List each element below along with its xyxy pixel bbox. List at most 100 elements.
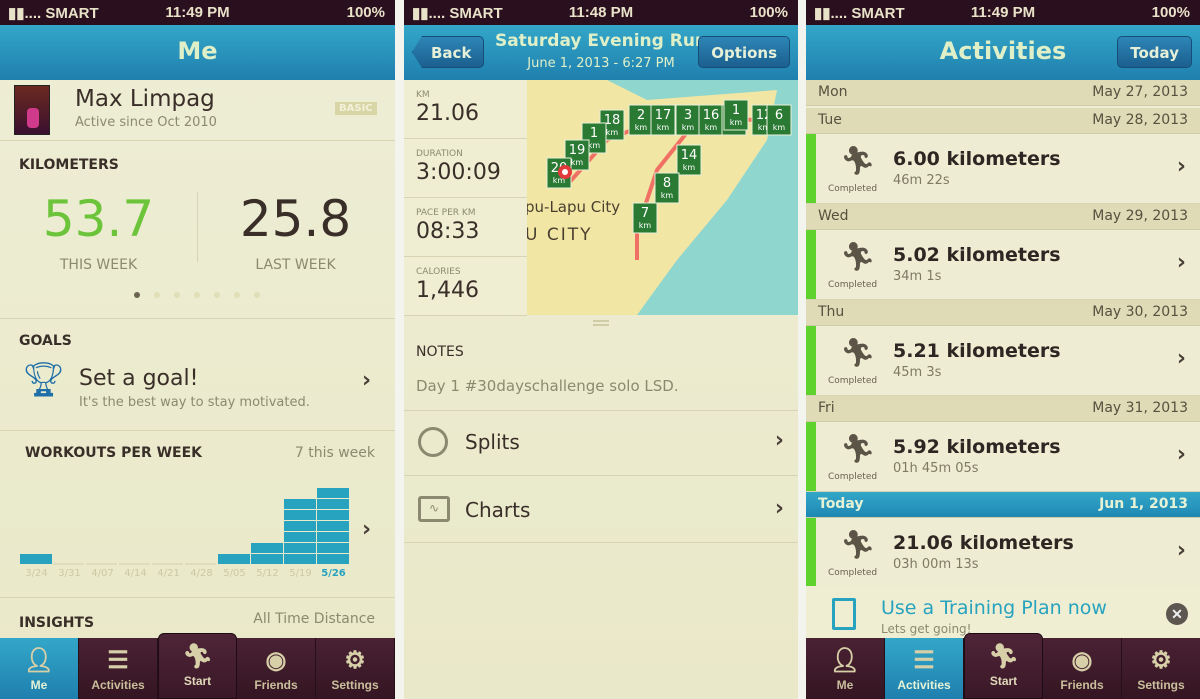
tab-settings[interactable]: ⚙ Settings [316, 638, 395, 699]
tab-label: Friends [254, 678, 298, 692]
day-header: Thu May 30, 2013 [806, 300, 1200, 326]
bar-segment [317, 554, 349, 564]
map-canvas[interactable]: 18km2km17km3km16km0km12km1km1km19km20km1… [527, 80, 798, 315]
stat-duration: DURATION 3:00:09 [404, 139, 527, 198]
battery: 100% [1151, 4, 1190, 21]
status-bar: ▮▮.... SMART 11:49 PM 100% [0, 0, 395, 25]
bar-segment [20, 554, 52, 564]
tab-bar: 👤︎ Me ☰ Activities 🏃︎ Start ◉ Friends ⚙ Settings [0, 633, 395, 699]
tab-friends[interactable]: ◉ Friends [237, 638, 316, 699]
km-marker-unit: km [661, 191, 674, 200]
drag-handle[interactable] [593, 320, 609, 326]
km-marker-unit: km [571, 158, 584, 167]
runner-icon: 🏃︎ [840, 144, 876, 177]
promo-title[interactable]: Use a Training Plan now [881, 597, 1107, 619]
activities-screen: ▮▮.... SMART 11:49 PM 100% Activities To… [806, 0, 1200, 699]
clock: 11:48 PM [568, 4, 634, 21]
activity-distance: 21.06 kilometers [893, 532, 1074, 554]
tab-me[interactable]: 👤︎ Me [806, 638, 885, 699]
page-dot[interactable] [154, 292, 160, 298]
km-marker-label: 8 [663, 176, 671, 191]
bar-segment [284, 521, 316, 531]
runner-icon: 🏃︎ [182, 643, 213, 670]
tab-me[interactable]: 👤︎ Me [0, 638, 79, 699]
promo-subtitle: Lets get going! [881, 622, 972, 636]
tab-label: Start [989, 674, 1018, 688]
goal-subtitle: It's the best way to stay motivated. [79, 395, 310, 410]
tab-start[interactable]: 🏃︎ Start [964, 633, 1043, 699]
activity-row[interactable]: 🏃︎ Completed 21.06 kilometers 03h 00m 13s › [806, 518, 1200, 588]
day-date: Jun 1, 2013 [1099, 496, 1188, 512]
bar-segment [218, 554, 250, 564]
friends-icon: ◉ [1071, 647, 1093, 674]
battery: 100% [346, 4, 385, 21]
runner-icon: 🏃︎ [840, 432, 876, 465]
workouts-summary: 7 this week [294, 445, 375, 461]
activity-row[interactable]: 🏃︎ Completed 5.92 kilometers 01h 45m 05s › [806, 422, 1200, 492]
day-name: Tue [818, 112, 842, 128]
bar-segment [284, 532, 316, 542]
activity-row[interactable]: 🏃︎ Completed 5.02 kilometers 34m 1s › [806, 230, 1200, 300]
page-dot[interactable] [134, 292, 140, 298]
x-tick-label: 3/24 [25, 568, 48, 579]
avatar[interactable] [14, 85, 50, 135]
completed-indicator [806, 134, 816, 203]
stat-value: 08:33 [416, 219, 480, 244]
km-marker-label: 14 [681, 148, 698, 163]
today-button[interactable]: Today [1117, 36, 1192, 68]
km-marker-unit: km [683, 163, 696, 172]
workouts-chart[interactable]: 3/24 3/31 4/07 4/14 4/21 4/28 5/05 5/12 5/19 5/26 [0, 470, 395, 590]
training-plan-banner[interactable]: Use a Training Plan now Lets get going! … [806, 586, 1200, 638]
x-tick-label: 4/21 [157, 568, 180, 579]
page-dot[interactable] [234, 292, 240, 298]
x-tick-label: 5/26 [321, 568, 346, 579]
close-icon[interactable]: ✕ [1166, 603, 1188, 625]
completed-indicator [806, 422, 816, 491]
this-week-label: THIS WEEK [59, 257, 138, 273]
bar-empty [185, 563, 216, 565]
stat-label: DURATION [416, 149, 463, 159]
stat-km: KM 21.06 [404, 80, 527, 139]
set-goal-link[interactable]: Set a goal! [79, 366, 198, 391]
insights-selector[interactable]: All Time Distance [253, 611, 375, 627]
stat-value: 1,446 [416, 278, 479, 303]
route-map[interactable]: 18km2km17km3km16km0km12km1km1km19km20km1… [527, 80, 798, 315]
day-name: Fri [818, 400, 835, 416]
splits-row[interactable]: Splits › [404, 410, 798, 476]
chevron-right-icon[interactable]: › [362, 517, 371, 542]
activity-row[interactable]: 🏃︎ Completed 6.00 kilometers 46m 22s › [806, 134, 1200, 204]
nav-bar: Activities Today [806, 25, 1200, 80]
page-dot[interactable] [174, 292, 180, 298]
day-date: May 28, 2013 [1092, 112, 1188, 128]
tab-start[interactable]: 🏃︎ Start [158, 633, 237, 699]
tab-activities[interactable]: ☰ Activities [885, 638, 964, 699]
x-tick-label: 4/14 [124, 568, 147, 579]
page-dot[interactable] [214, 292, 220, 298]
clock: 11:49 PM [970, 4, 1036, 21]
page-dot[interactable] [194, 292, 200, 298]
options-button[interactable]: Options [698, 36, 790, 68]
this-week-km: 53.7 [42, 190, 155, 248]
chevron-right-icon: › [1176, 154, 1186, 179]
charts-row[interactable]: ∿ Charts › [404, 476, 798, 543]
splits-label: Splits [465, 430, 520, 454]
km-marker-unit: km [705, 123, 718, 132]
km-marker-label: 2 [637, 108, 645, 123]
membership-badge: BASIC [335, 102, 377, 115]
stat-label: PACE PER KM [416, 208, 476, 218]
km-marker-label: 19 [569, 143, 586, 158]
day-date: May 31, 2013 [1092, 400, 1188, 416]
page-dot[interactable] [254, 292, 260, 298]
list-icon: ☰ [913, 647, 935, 674]
bar-segment [317, 532, 349, 542]
tab-activities[interactable]: ☰ Activities [79, 638, 158, 699]
day-name: Today [818, 496, 864, 512]
activity-row[interactable]: 🏃︎ Completed 5.21 kilometers 45m 3s › [806, 326, 1200, 396]
activity-status: Completed [828, 376, 878, 386]
tab-settings[interactable]: ⚙ Settings [1122, 638, 1200, 699]
activity-status: Completed [828, 568, 878, 578]
chevron-right-icon[interactable]: › [362, 368, 371, 393]
runner-icon: 🏃︎ [840, 528, 876, 561]
activity-duration: 34m 1s [893, 269, 942, 284]
tab-friends[interactable]: ◉ Friends [1043, 638, 1122, 699]
